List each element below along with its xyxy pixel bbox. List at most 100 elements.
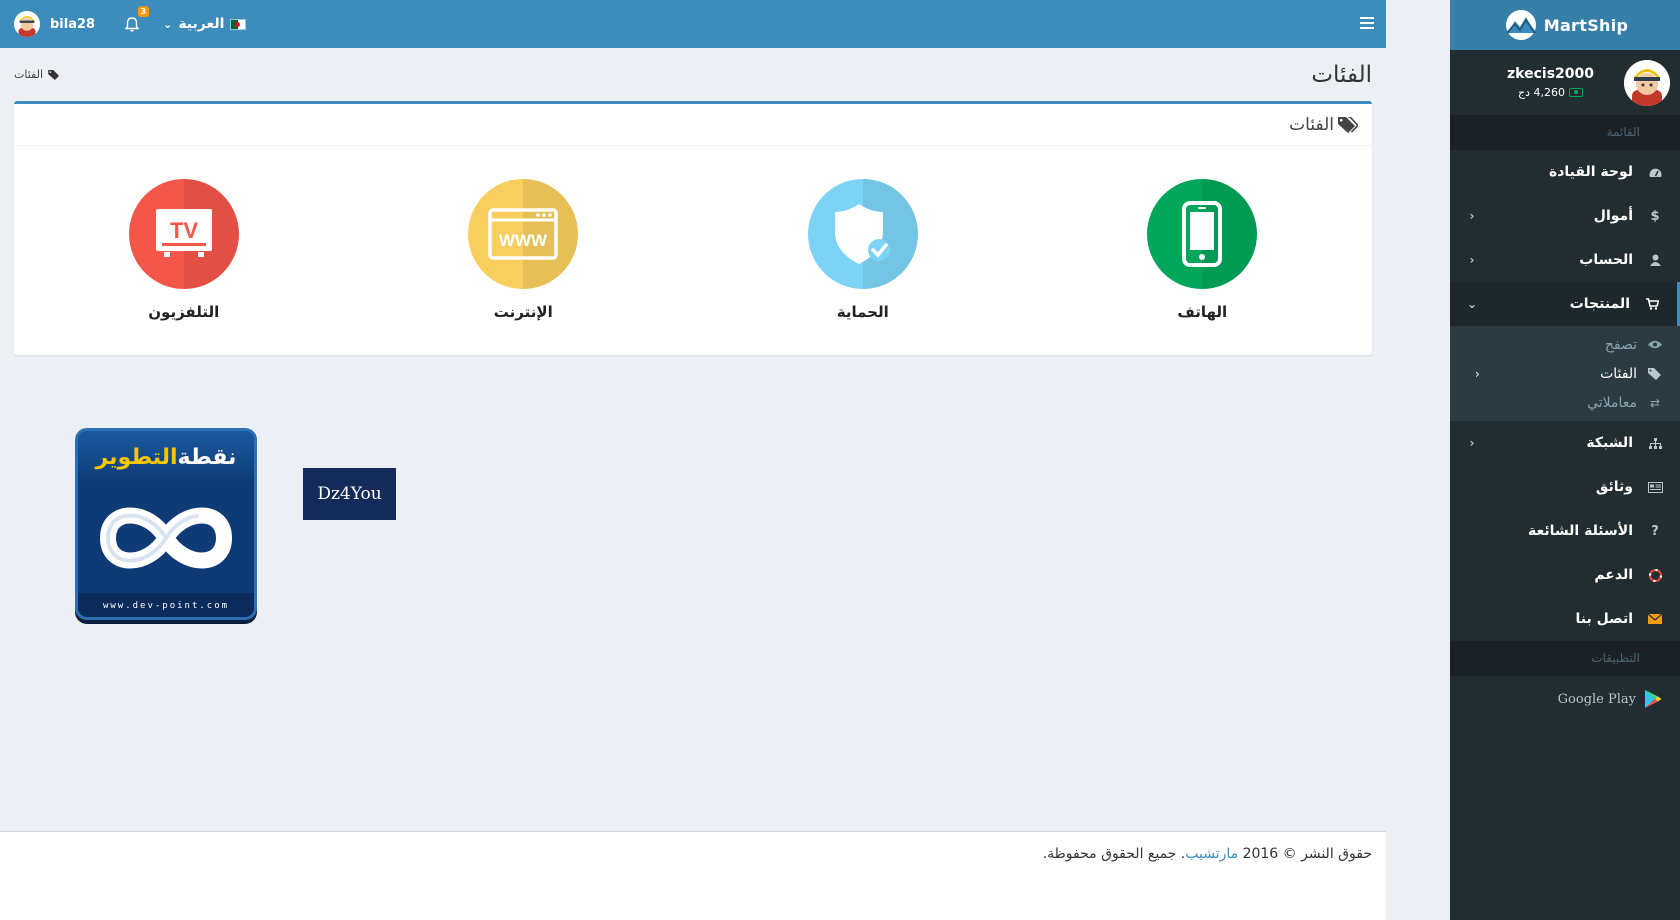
user-balance: 4,260 دج <box>1507 86 1594 99</box>
sidebar-item-products[interactable]: المنتجات ⌄ <box>1450 282 1680 326</box>
exchange-icon: ⇄ <box>1649 395 1661 410</box>
avatar[interactable] <box>1624 59 1670 106</box>
phone-icon <box>1182 201 1223 267</box>
submenu-item-transactions[interactable]: ⇄ معاملاتي <box>1450 388 1680 417</box>
newspaper-icon <box>1645 481 1665 493</box>
google-play-link[interactable]: Google Play <box>1450 676 1680 722</box>
language-label: العربية <box>178 16 225 32</box>
cart-icon <box>1642 298 1662 310</box>
dev-point-title: نقطة التطوير <box>78 431 254 483</box>
dashboard-icon <box>1645 167 1665 178</box>
chevron-left-icon: ‹ <box>1469 253 1475 267</box>
submenu-item-categories[interactable]: الفئات ‹ <box>1450 359 1680 388</box>
category-circle <box>1147 179 1258 289</box>
google-play-icon <box>1645 690 1662 708</box>
hamburger-line <box>1360 17 1374 19</box>
shield-check-icon <box>834 204 890 264</box>
eye-icon <box>1645 340 1665 349</box>
dev-point-title-part-a: نقطة <box>177 444 237 470</box>
category-internet[interactable]: WWW الإنترنت <box>354 179 694 349</box>
sidebar-item-label: الحساب <box>1579 252 1633 268</box>
user-panel: zkecis2000 4,260 دج <box>1450 50 1680 115</box>
brand-logo[interactable]: MartShip <box>1450 0 1680 50</box>
sidebar-item-label: الشبكة <box>1586 435 1633 451</box>
chevron-left-icon: ‹ <box>1469 209 1475 223</box>
navbar-username: bila28 <box>50 16 96 32</box>
sitemap-icon <box>1645 437 1665 449</box>
dz4you-banner[interactable]: Dz4You <box>303 468 396 520</box>
notifications-badge: 3 <box>137 6 150 17</box>
category-phone[interactable]: الهاتف <box>1033 179 1373 349</box>
user-info: zkecis2000 4,260 دج <box>1507 66 1594 99</box>
hamburger-line <box>1360 22 1374 24</box>
category-circle: TV <box>128 179 239 289</box>
category-tv[interactable]: TV التلفزيون <box>14 179 354 349</box>
breadcrumb-item[interactable]: الفئات <box>14 68 43 81</box>
navbar-user-menu[interactable]: bila28 <box>14 11 95 37</box>
sidebar-item-label: أموال <box>1593 208 1633 224</box>
question-icon: ? <box>1651 523 1659 539</box>
envelope-icon <box>1645 614 1665 624</box>
tv-icon: TV <box>155 209 212 257</box>
browser-www-icon: WWW <box>488 208 558 260</box>
sidebar-item-label: اتصل بنا <box>1575 611 1633 627</box>
notifications-button[interactable]: 3 <box>123 6 150 33</box>
sidebar-item-faq[interactable]: ? الأسئلة الشائعة <box>1450 509 1680 553</box>
chevron-left-icon: ‹ <box>1475 366 1480 381</box>
chevron-down-icon: ⌄ <box>163 17 173 31</box>
copyright-link[interactable]: مارتشيب <box>1185 846 1238 862</box>
user-avatar-icon <box>1624 59 1670 106</box>
user-icon <box>1645 254 1665 266</box>
tags-icon <box>1645 367 1665 380</box>
lifebuoy-icon <box>1645 568 1665 582</box>
language-selector[interactable]: العربية ⌄ <box>163 16 247 32</box>
dollar-icon: $ <box>1650 208 1660 224</box>
money-icon <box>1569 88 1584 97</box>
copyright-suffix: . جميع الحقوق محفوظة. <box>1042 846 1186 862</box>
box-header: الفئات <box>14 104 1372 146</box>
tags-icon <box>48 69 60 80</box>
hamburger-line <box>1360 27 1374 29</box>
page-footer: حقوق النشر © 2016 مارتشيب. جميع الحقوق م… <box>0 831 1386 920</box>
category-label: الحماية <box>836 303 889 321</box>
chevron-down-icon: ⌄ <box>1466 297 1478 311</box>
top-navbar: bila28 3 العربية ⌄ <box>0 0 1386 48</box>
category-grid: الهاتف الحماية WWW الإنترنت TV التلفزيون <box>14 179 1372 349</box>
svg-text:WWW: WWW <box>499 231 548 250</box>
google-play-label: Google Play <box>1557 691 1636 707</box>
category-label: الهاتف <box>1177 303 1228 321</box>
apps-header: التطبيقات <box>1450 641 1680 676</box>
submenu-item-label: معاملاتي <box>1587 394 1637 411</box>
mountain-logo-icon <box>1505 10 1536 40</box>
bell-icon <box>125 16 140 32</box>
submenu-item-label: تصفح <box>1604 336 1637 353</box>
avatar <box>14 11 40 37</box>
page-title: الفئات <box>1311 62 1372 88</box>
navbar-left-group: bila28 3 العربية ⌄ <box>14 0 247 48</box>
dev-point-banner[interactable]: نقطة التطوير www.dev-point.com <box>75 428 257 620</box>
sidebar-item-dashboard[interactable]: لوحة القيادة <box>1450 150 1680 194</box>
copyright-text: حقوق النشر © 2016 مارتشيب. جميع الحقوق م… <box>1043 846 1372 862</box>
dev-point-url: www.dev-point.com <box>102 601 230 611</box>
sidebar-item-label: الأسئلة الشائعة <box>1528 523 1633 539</box>
sidebar-item-documents[interactable]: وثائق <box>1450 465 1680 509</box>
dev-point-title-part-b: التطوير <box>95 444 178 470</box>
category-circle: WWW <box>468 179 579 289</box>
sidebar-item-contact[interactable]: اتصل بنا <box>1450 597 1680 641</box>
sidebar-item-label: وثائق <box>1595 479 1633 495</box>
sidebar-toggle-button[interactable] <box>1360 15 1374 31</box>
chevron-left-icon: ‹ <box>1469 436 1475 450</box>
breadcrumb: الفئات <box>14 68 61 81</box>
sidebar-item-account[interactable]: الحساب ‹ <box>1450 238 1680 282</box>
category-protection[interactable]: الحماية <box>693 179 1033 349</box>
sidebar-item-label: الدعم <box>1594 567 1633 583</box>
main-sidebar: MartShip zkecis2000 4,260 دج القائمة لوح… <box>1450 0 1680 920</box>
sidebar-item-network[interactable]: الشبكة ‹ <box>1450 421 1680 465</box>
categories-box: الفئات الهاتف الحماية WWW الإنترنت TV ال… <box>14 101 1372 355</box>
submenu-item-label: الفئات <box>1600 365 1637 382</box>
infinity-logo-icon <box>78 483 254 593</box>
box-title: الفئات <box>1289 114 1334 135</box>
submenu-item-browse[interactable]: تصفح <box>1450 330 1680 359</box>
sidebar-item-support[interactable]: الدعم <box>1450 553 1680 597</box>
sidebar-item-money[interactable]: $ أموال ‹ <box>1450 194 1680 238</box>
